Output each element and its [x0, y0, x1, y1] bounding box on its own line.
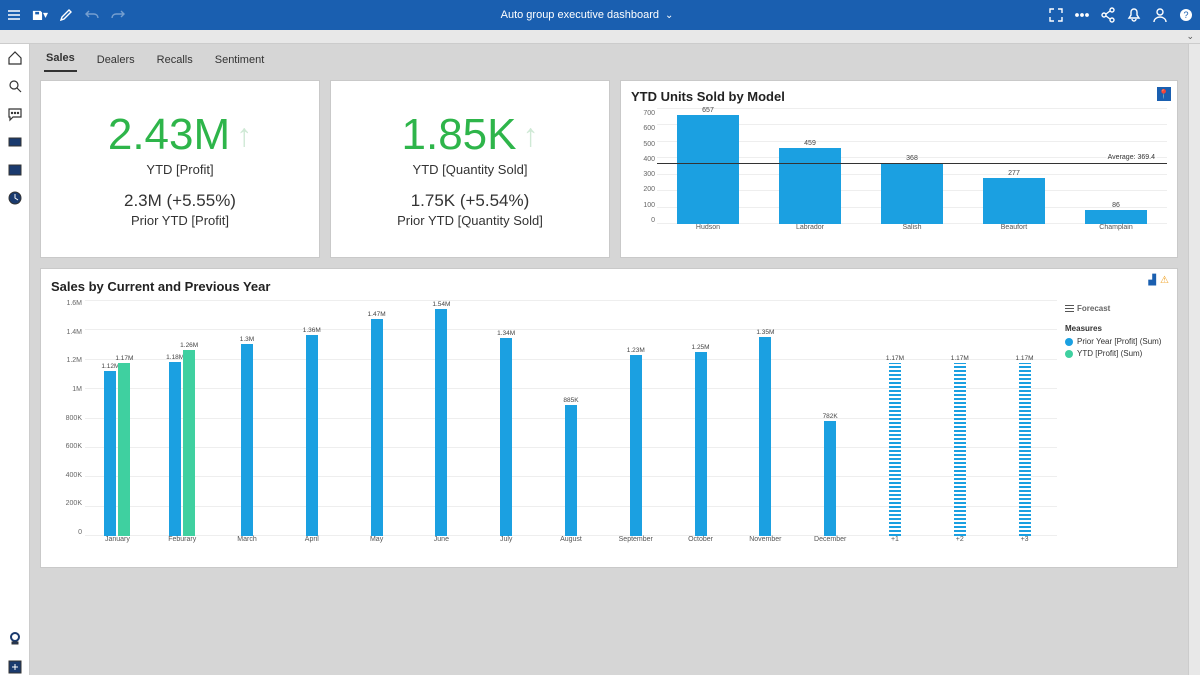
- dashboard-title: Auto group executive dashboard: [501, 9, 659, 21]
- year-chart: 1.6M1.4M1.2M1M800K600K400K200K0 1.12M1.1…: [51, 300, 1167, 550]
- edit-icon[interactable]: [58, 7, 74, 23]
- tab-recalls[interactable]: Recalls: [155, 48, 195, 72]
- share-icon[interactable]: [1100, 7, 1116, 23]
- kpi-profit-card[interactable]: 2.43M↑ YTD [Profit] 2.3M (+5.55%) Prior …: [40, 80, 320, 258]
- tab-bar: Sales Dealers Recalls Sentiment: [30, 44, 1188, 72]
- pin-icon[interactable]: 📍: [1157, 87, 1171, 101]
- user-icon[interactable]: [1152, 7, 1168, 23]
- year-chart-legend: Forecast Measures Prior Year [Profit] (S…: [1057, 300, 1167, 550]
- measures-label: Measures: [1065, 324, 1167, 333]
- average-line-label: Average: 369.4: [1106, 154, 1157, 161]
- legend-item-prior[interactable]: Prior Year [Profit] (Sum): [1065, 337, 1167, 346]
- tab-sentiment[interactable]: Sentiment: [213, 48, 267, 72]
- model-chart-title: YTD Units Sold by Model: [631, 89, 1167, 104]
- kpi-profit-value: 2.43M: [108, 110, 230, 160]
- top-toolbar: ▾ Auto group executive dashboard ⌄ ?: [0, 0, 1200, 30]
- kpi-quantity-label: YTD [Quantity Sold]: [413, 162, 528, 177]
- hamburger-icon: [1065, 305, 1074, 312]
- forecast-label: Forecast: [1077, 304, 1110, 313]
- home-icon[interactable]: [7, 50, 23, 66]
- warning-icon[interactable]: ⚠: [1160, 275, 1169, 286]
- sub-toolbar: ⌄: [0, 30, 1200, 44]
- svg-text:?: ?: [1183, 10, 1188, 20]
- year-chart-card[interactable]: ▟ ⚠ Sales by Current and Previous Year 1…: [40, 268, 1178, 568]
- fullscreen-icon[interactable]: [1048, 7, 1064, 23]
- chart-type-icon[interactable]: ▟: [1148, 275, 1156, 286]
- card-icon[interactable]: [7, 134, 23, 150]
- clock-icon[interactable]: [7, 190, 23, 206]
- right-rail[interactable]: [1188, 44, 1200, 675]
- undo-icon[interactable]: [84, 7, 100, 23]
- model-chart-card[interactable]: 📍 YTD Units Sold by Model 70060050040030…: [620, 80, 1178, 258]
- arrow-up-icon: ↑: [522, 117, 538, 154]
- year-chart-title: Sales by Current and Previous Year: [51, 279, 1167, 294]
- chevron-down-icon[interactable]: ⌄: [1186, 31, 1194, 42]
- kpi-quantity-card[interactable]: 1.85K↑ YTD [Quantity Sold] 1.75K (+5.54%…: [330, 80, 610, 258]
- kpi-profit-change: 2.3M (+5.55%): [124, 191, 236, 211]
- kpi-profit-label: YTD [Profit]: [146, 162, 213, 177]
- bookmark-icon[interactable]: [7, 631, 23, 647]
- bell-icon[interactable]: [1126, 7, 1142, 23]
- contacts-icon[interactable]: [7, 162, 23, 178]
- more-icon[interactable]: [1074, 7, 1090, 23]
- help-icon[interactable]: ?: [1178, 7, 1194, 23]
- save-icon[interactable]: ▾: [32, 7, 48, 23]
- menu-icon[interactable]: [6, 7, 22, 23]
- redo-icon[interactable]: [110, 7, 126, 23]
- arrow-up-icon: ↑: [236, 117, 252, 154]
- kpi-profit-prior-label: Prior YTD [Profit]: [131, 213, 229, 228]
- tab-sales[interactable]: Sales: [44, 46, 77, 72]
- main-area: Sales Dealers Recalls Sentiment 2.43M↑ Y…: [30, 44, 1188, 675]
- legend-item-ytd[interactable]: YTD [Profit] (Sum): [1065, 349, 1167, 358]
- kpi-quantity-change: 1.75K (+5.54%): [411, 191, 530, 211]
- kpi-quantity-value: 1.85K: [402, 110, 517, 160]
- add-icon[interactable]: [7, 659, 23, 675]
- left-rail: [0, 44, 30, 675]
- chevron-down-icon: ⌄: [665, 10, 673, 21]
- search-icon[interactable]: [7, 78, 23, 94]
- model-chart: 7006005004003002001000 65745936827786 Hu…: [631, 108, 1167, 238]
- kpi-quantity-prior-label: Prior YTD [Quantity Sold]: [397, 213, 543, 228]
- chat-icon[interactable]: [7, 106, 23, 122]
- tab-dealers[interactable]: Dealers: [95, 48, 137, 72]
- dashboard-title-dropdown[interactable]: Auto group executive dashboard ⌄: [126, 9, 1048, 21]
